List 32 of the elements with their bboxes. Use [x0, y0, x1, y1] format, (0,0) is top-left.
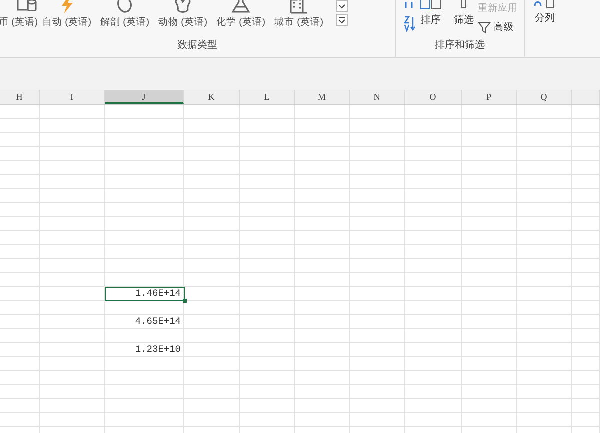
sort-icon	[420, 0, 442, 12]
coin-stack-icon	[16, 0, 38, 14]
column-header[interactable]: M	[295, 90, 350, 104]
column-header[interactable]: P	[462, 90, 517, 104]
sort-descending-icon	[404, 16, 416, 32]
flask-icon	[230, 0, 252, 14]
data-type-button[interactable]: 自动 (英语)	[38, 0, 96, 29]
more-icon[interactable]	[336, 14, 348, 26]
column-header[interactable]: Q	[517, 90, 572, 104]
table-cell-text: 1.23E+10	[134, 343, 182, 357]
sort-button[interactable]: 排序	[420, 0, 442, 27]
advanced-filter-button[interactable]: 高级	[478, 21, 518, 34]
building-icon	[288, 0, 310, 14]
column-header[interactable]: J	[105, 90, 184, 104]
column-header[interactable]: K	[184, 90, 240, 104]
table-cell: 1.46E+14	[105, 287, 185, 301]
text-to-columns-button[interactable]: 分列	[533, 0, 557, 25]
data-type-button[interactable]: 化学 (英语)	[212, 0, 270, 29]
data-type-button[interactable]: 城市 (英语)	[270, 0, 328, 29]
column-header[interactable]: O	[405, 90, 462, 104]
lightning-icon	[59, 0, 75, 14]
column-header[interactable]: H	[0, 90, 40, 104]
funnel-icon	[478, 22, 492, 34]
table-cell-text: 4.65E+14	[134, 315, 182, 329]
data-type-button[interactable]: 动物 (英语)	[154, 0, 212, 29]
group-label: 排序和筛选	[434, 38, 486, 53]
data-type-button[interactable]: 解剖 (英语)	[96, 0, 154, 29]
column-header[interactable]: L	[240, 90, 295, 104]
column-header[interactable]: N	[350, 90, 405, 104]
scroll-down-icon[interactable]	[336, 0, 348, 12]
group-label: 数据类型	[176, 38, 218, 53]
filter-button[interactable]: 筛选	[454, 0, 474, 27]
